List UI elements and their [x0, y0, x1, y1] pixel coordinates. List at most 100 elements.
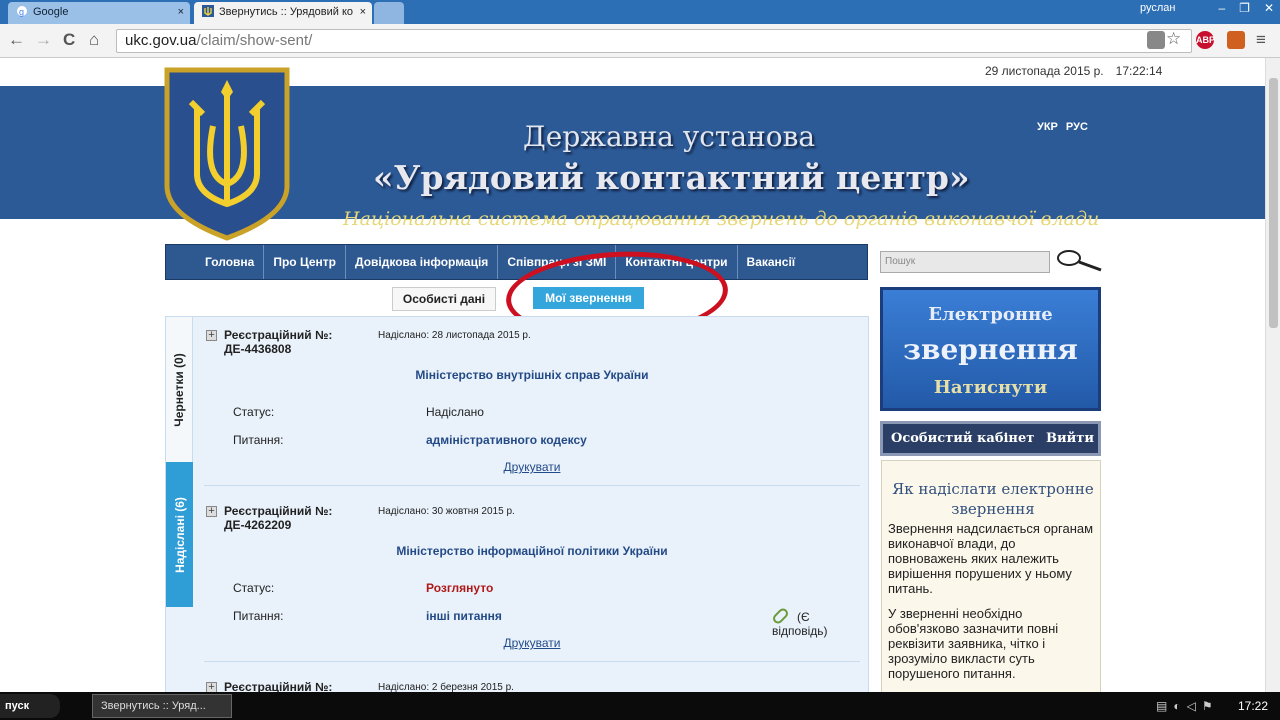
url-host: ukc.gov.ua — [125, 32, 197, 49]
reg-number: Реєстраційний №: ДЕ-4262209 — [224, 504, 332, 532]
browser-toolbar: ← → C ⌂ ukc.gov.ua/claim/show-sent/ ☆ AB… — [0, 24, 1280, 58]
current-time: 17:22:14 — [1115, 64, 1163, 78]
menu-icon[interactable]: ≡ — [1256, 30, 1266, 50]
divider — [204, 661, 860, 662]
personal-cabinet-bar: Особистий кабінет Вийти — [880, 421, 1101, 456]
back-arrow-icon[interactable]: ← — [8, 30, 25, 50]
recipient-org: Міністерство інформаційної політики Укра… — [396, 544, 668, 558]
appeals-panel: Чернетки (0) Надіслані (6) + Реєстраційн… — [165, 316, 869, 692]
adblock-icon[interactable]: ABP — [1196, 31, 1215, 49]
start-button[interactable]: пуск — [0, 694, 60, 718]
ebox-line2: звернення — [903, 333, 1078, 366]
close-tab-icon[interactable]: × — [178, 2, 184, 22]
close-tab-icon[interactable]: × — [360, 2, 366, 22]
status-value: Надіслано — [426, 405, 484, 419]
close-window-icon[interactable]: ✕ — [1264, 1, 1274, 15]
header-title-line1: Державна установа — [523, 120, 816, 153]
tab-sent[interactable]: Надіслані (6) — [166, 462, 193, 607]
sent-date: Надіслано: 28 листопада 2015 р. — [378, 330, 531, 341]
taskbar-browser-item[interactable]: Звернутись :: Уряд... — [92, 694, 232, 718]
appeal-entry: + Реєстраційний №: ДЕ-4436808 Надіслано: … — [204, 317, 860, 487]
ebox-line1: Електронне — [928, 304, 1053, 325]
clock[interactable]: 17:22 — [1238, 692, 1268, 720]
personal-cabinet-link[interactable]: Особистий кабінет — [891, 431, 1034, 446]
nav-home[interactable]: Головна — [196, 245, 265, 279]
lang-ukr[interactable]: УКР — [1037, 121, 1058, 133]
tab-google[interactable]: g Google × — [8, 2, 190, 24]
sent-date: Надіслано: 30 жовтня 2015 р. — [378, 506, 515, 517]
how-to-title[interactable]: Як надіслати електронне звернення — [888, 479, 1098, 519]
trident-favicon-icon — [202, 4, 214, 17]
browser-tab-bar: g Google × Звернутись :: Урядовий ко × ру… — [0, 0, 1280, 24]
expand-icon[interactable]: + — [206, 330, 217, 341]
question-value: інші питання — [426, 609, 502, 623]
search-input[interactable]: Пошук — [880, 251, 1050, 273]
expand-icon[interactable]: + — [206, 682, 217, 692]
translate-icon[interactable] — [1147, 31, 1165, 49]
print-link[interactable]: Друкувати — [204, 636, 860, 650]
restore-icon[interactable]: ❐ — [1239, 1, 1250, 15]
coat-of-arms-icon[interactable] — [163, 66, 291, 242]
vertical-scrollbar[interactable] — [1265, 58, 1280, 692]
date-time: 29 листопада 2015 р. 17:22:14 — [985, 64, 1174, 78]
logout-link[interactable]: Вийти — [1046, 424, 1098, 453]
question-value: адміністративного кодексу — [426, 433, 587, 447]
drafts-label: Чернетки (0) — [172, 352, 186, 427]
tab-personal-data[interactable]: Особисті дані — [392, 287, 496, 311]
question-label: Питання: — [233, 609, 284, 623]
main-nav: Головна Про Центр Довідкова інформація С… — [165, 244, 868, 280]
tab-drafts[interactable]: Чернетки (0) — [166, 317, 193, 462]
scrollbar-thumb[interactable] — [1269, 78, 1278, 328]
home-icon[interactable]: ⌂ — [89, 30, 99, 50]
star-bookmark-icon[interactable]: ☆ — [1166, 29, 1181, 49]
reload-icon[interactable]: C — [63, 30, 75, 50]
reg-label: Реєстраційний №: — [224, 504, 333, 518]
nav-reference[interactable]: Довідкова інформація — [346, 245, 499, 279]
reg-number: Реєстраційний №: — [224, 680, 332, 692]
status-value: Розглянуто — [426, 581, 494, 595]
electronic-appeal-button[interactable]: Електронне звернення Натиснути — [880, 287, 1101, 411]
os-taskbar: пуск Звернутись :: Уряд... ▤ ◐ ◁ ⚑ 17:22 — [0, 692, 1280, 720]
reg-label: Реєстраційний №: — [224, 680, 333, 692]
how-to-paragraph: У зверненні необхідно обов'язково зазнач… — [888, 606, 1059, 681]
reg-value: ДЕ-4262209 — [224, 518, 292, 532]
new-tab-button[interactable] — [374, 2, 404, 24]
divider — [204, 485, 860, 486]
magnifier-icon[interactable] — [1055, 248, 1103, 276]
print-link[interactable]: Друкувати — [204, 460, 860, 474]
page-content: 29 листопада 2015 р. 17:22:14 Державна ус… — [0, 58, 1265, 692]
extension-icon[interactable] — [1227, 31, 1245, 49]
minimize-icon[interactable]: – — [1218, 1, 1225, 15]
lang-rus[interactable]: РУС — [1066, 121, 1088, 133]
address-bar[interactable]: ukc.gov.ua/claim/show-sent/ — [116, 29, 1192, 53]
current-date: 29 листопада 2015 р. — [985, 64, 1104, 78]
header-title-line2: «Урядовий контактний центр» — [373, 158, 970, 197]
system-tray: ▤ ◐ ◁ ⚑ — [1150, 696, 1213, 716]
forward-arrow-icon[interactable]: → — [35, 30, 52, 50]
sent-label: Надіслані (6) — [172, 496, 187, 573]
appeal-entry: + Реєстраційний №: Надіслано: 2 березня … — [204, 669, 860, 692]
network-icon[interactable]: ▤ — [1156, 699, 1167, 713]
recipient-org: Міністерство внутрішніх справ України — [415, 368, 649, 382]
how-to-box: Як надіслати електронне звернення Зверне… — [881, 460, 1101, 692]
reg-value: ДЕ-4436808 — [224, 342, 292, 356]
expand-icon[interactable]: + — [206, 506, 217, 517]
ebox-line3: Натиснути — [933, 377, 1048, 398]
google-icon: g — [16, 4, 28, 17]
volume-icon[interactable]: ◁ — [1187, 699, 1196, 713]
flag-icon[interactable]: ⚑ — [1202, 699, 1213, 713]
window-user-label: руслан — [1140, 2, 1176, 14]
language-switcher: УКР РУС — [1037, 121, 1096, 133]
appeal-entry: + Реєстраційний №: ДЕ-4262209 Надіслано: … — [204, 493, 860, 663]
nav-vacancies[interactable]: Вакансії — [738, 245, 805, 279]
tab-label: Google — [33, 6, 69, 18]
nav-about[interactable]: Про Центр — [264, 245, 347, 279]
how-to-paragraph: Звернення надсилається органам виконавчо… — [888, 521, 1094, 596]
tab-ukc[interactable]: Звернутись :: Урядовий ко × — [194, 2, 372, 24]
tab-label: Звернутись :: Урядовий ко — [219, 6, 354, 18]
sent-date: Надіслано: 2 березня 2015 р. — [378, 682, 514, 692]
status-label: Статус: — [233, 405, 275, 419]
header-subtitle: Національна система опрацювання звернень… — [343, 208, 1100, 230]
answer-attachment[interactable]: (Є відповідь) — [770, 606, 860, 638]
sync-icon[interactable]: ◐ — [1173, 699, 1180, 713]
